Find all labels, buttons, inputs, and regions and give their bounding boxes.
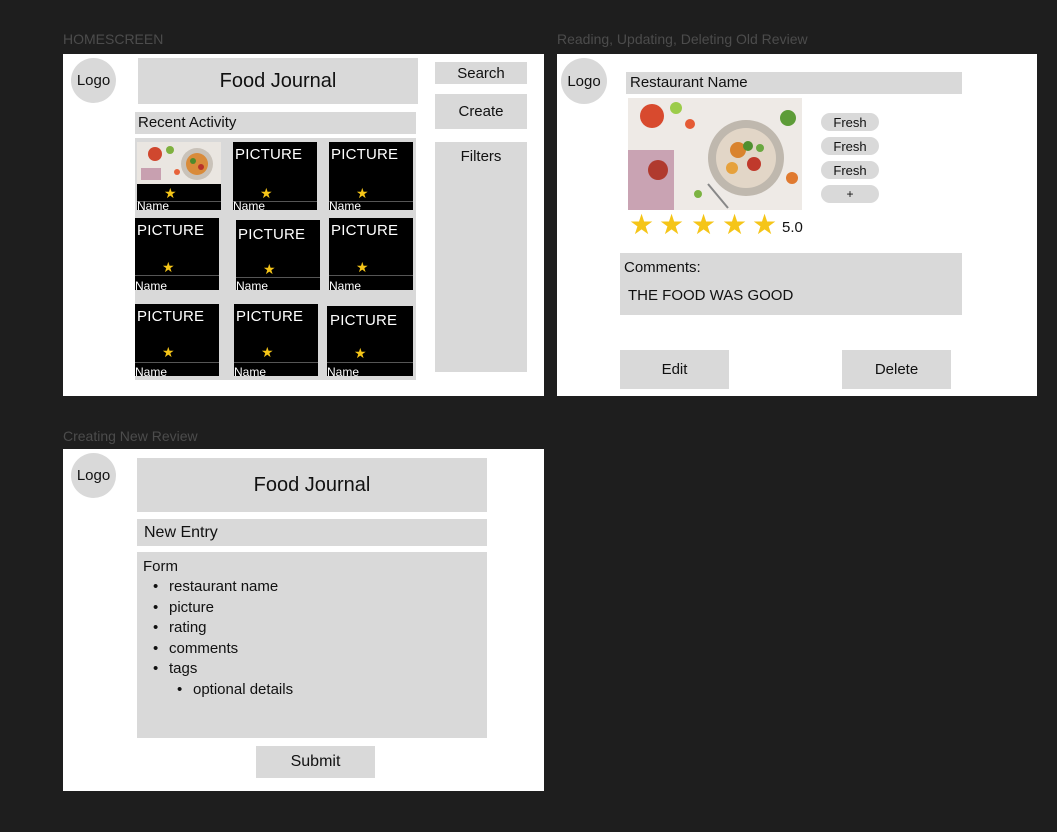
item-name: Name [135, 365, 168, 376]
activity-card[interactable]: PICTURE ★ Name [327, 306, 413, 376]
star-icon: ★ [356, 185, 369, 201]
divider [327, 362, 413, 363]
activity-card[interactable]: PICTURE ★ Name [236, 220, 320, 290]
restaurant-name: Restaurant Name [626, 72, 962, 94]
star-icon: ★ [260, 185, 273, 201]
rating-value: 5.0 [782, 219, 803, 236]
item-name: Name [234, 365, 267, 376]
star-icon: ★ [752, 209, 778, 240]
activity-card[interactable]: PICTURE ★ Name [135, 218, 219, 290]
logo[interactable]: Logo [71, 58, 116, 103]
picture-placeholder: PICTURE [137, 222, 205, 239]
item-name: Name [137, 199, 170, 210]
logo[interactable]: Logo [561, 58, 607, 104]
homescreen-frame: Logo Food Journal Search Create Filters … [63, 54, 544, 396]
search-button[interactable]: Search [435, 62, 527, 84]
comments-box: Comments: THE FOOD WAS GOOD [620, 253, 962, 315]
app-title: Food Journal [138, 58, 418, 104]
entry-form: Form restaurant name picture rating comm… [137, 552, 487, 738]
filters-label: Filters [460, 148, 502, 165]
star-icon: ★ [629, 209, 655, 240]
picture-placeholder: PICTURE [137, 308, 205, 325]
star-icon: ★ [722, 209, 748, 240]
comment-text: THE FOOD WAS GOOD [628, 287, 794, 304]
activity-card[interactable]: PICTURE ★ Name [234, 304, 318, 376]
activity-card[interactable]: PICTURE ★ Name [233, 142, 317, 210]
star-icon: ★ [261, 344, 274, 360]
submit-button[interactable]: Submit [256, 746, 375, 778]
picture-placeholder: PICTURE [236, 308, 304, 325]
form-field-tags[interactable]: tags [153, 659, 487, 680]
item-name: Name [236, 279, 269, 290]
star-icon: ★ [354, 345, 367, 361]
edit-button[interactable]: Edit [620, 350, 729, 389]
recent-activity-grid: ★ Name PICTURE ★ Name PICTURE ★ Name PIC… [135, 138, 416, 380]
star-icon: ★ [164, 185, 177, 201]
form-subfields-list: optional details [143, 680, 487, 701]
star-icon: ★ [356, 259, 369, 275]
star-icon: ★ [263, 261, 276, 277]
form-field-picture[interactable]: picture [153, 598, 487, 619]
create-frame: Logo Food Journal New Entry Form restaur… [63, 449, 544, 791]
form-field-optional-details[interactable]: optional details [177, 680, 487, 701]
form-fields-list: restaurant name picture rating comments … [143, 577, 487, 680]
picture-placeholder: PICTURE [330, 312, 398, 329]
review-frame-label: Reading, Updating, Deleting Old Review [557, 31, 808, 47]
create-frame-label: Creating New Review [63, 428, 198, 444]
picture-placeholder: PICTURE [238, 226, 306, 243]
star-icon: ★ [162, 344, 175, 360]
logo[interactable]: Logo [71, 453, 116, 498]
picture-placeholder: PICTURE [331, 222, 399, 239]
delete-button[interactable]: Delete [842, 350, 951, 389]
item-name: Name [329, 199, 362, 210]
filters-panel[interactable]: Filters [435, 142, 527, 372]
comments-label: Comments: [624, 259, 701, 276]
divider [135, 362, 219, 363]
activity-card[interactable]: PICTURE ★ Name [329, 218, 413, 290]
divider [236, 277, 320, 278]
food-photo-thumbnail [137, 142, 221, 184]
star-icon: ★ [691, 209, 717, 240]
star-icon: ★ [162, 259, 175, 275]
create-button[interactable]: Create [435, 94, 527, 129]
item-name: Name [233, 199, 266, 210]
activity-card[interactable]: PICTURE ★ Name [329, 142, 413, 210]
tag-chip[interactable]: Fresh [821, 161, 879, 179]
homescreen-label: HOMESCREEN [63, 31, 164, 47]
item-name: Name [329, 279, 362, 290]
divider [329, 275, 413, 276]
activity-card[interactable]: ★ Name [137, 142, 221, 210]
recent-activity-heading: Recent Activity [135, 112, 416, 134]
review-frame: Logo Restaurant Name Fresh Fresh Fresh +… [557, 54, 1037, 396]
picture-placeholder: PICTURE [331, 146, 399, 163]
item-name: Name [135, 279, 168, 290]
star-icon: ★ [659, 209, 685, 240]
form-field-comments[interactable]: comments [153, 639, 487, 660]
item-name: Name [327, 365, 360, 376]
add-tag-button[interactable]: + [821, 185, 879, 203]
tag-chip[interactable]: Fresh [821, 137, 879, 155]
divider [135, 275, 219, 276]
food-photo [628, 98, 802, 210]
activity-card[interactable]: PICTURE ★ Name [135, 304, 219, 376]
divider [234, 362, 318, 363]
form-label: Form [143, 558, 178, 575]
picture-placeholder: PICTURE [235, 146, 303, 163]
new-entry-heading: New Entry [137, 519, 487, 546]
tag-chip[interactable]: Fresh [821, 113, 879, 131]
app-title: Food Journal [137, 458, 487, 512]
form-field-restaurant-name[interactable]: restaurant name [153, 577, 487, 598]
form-field-rating[interactable]: rating [153, 618, 487, 639]
